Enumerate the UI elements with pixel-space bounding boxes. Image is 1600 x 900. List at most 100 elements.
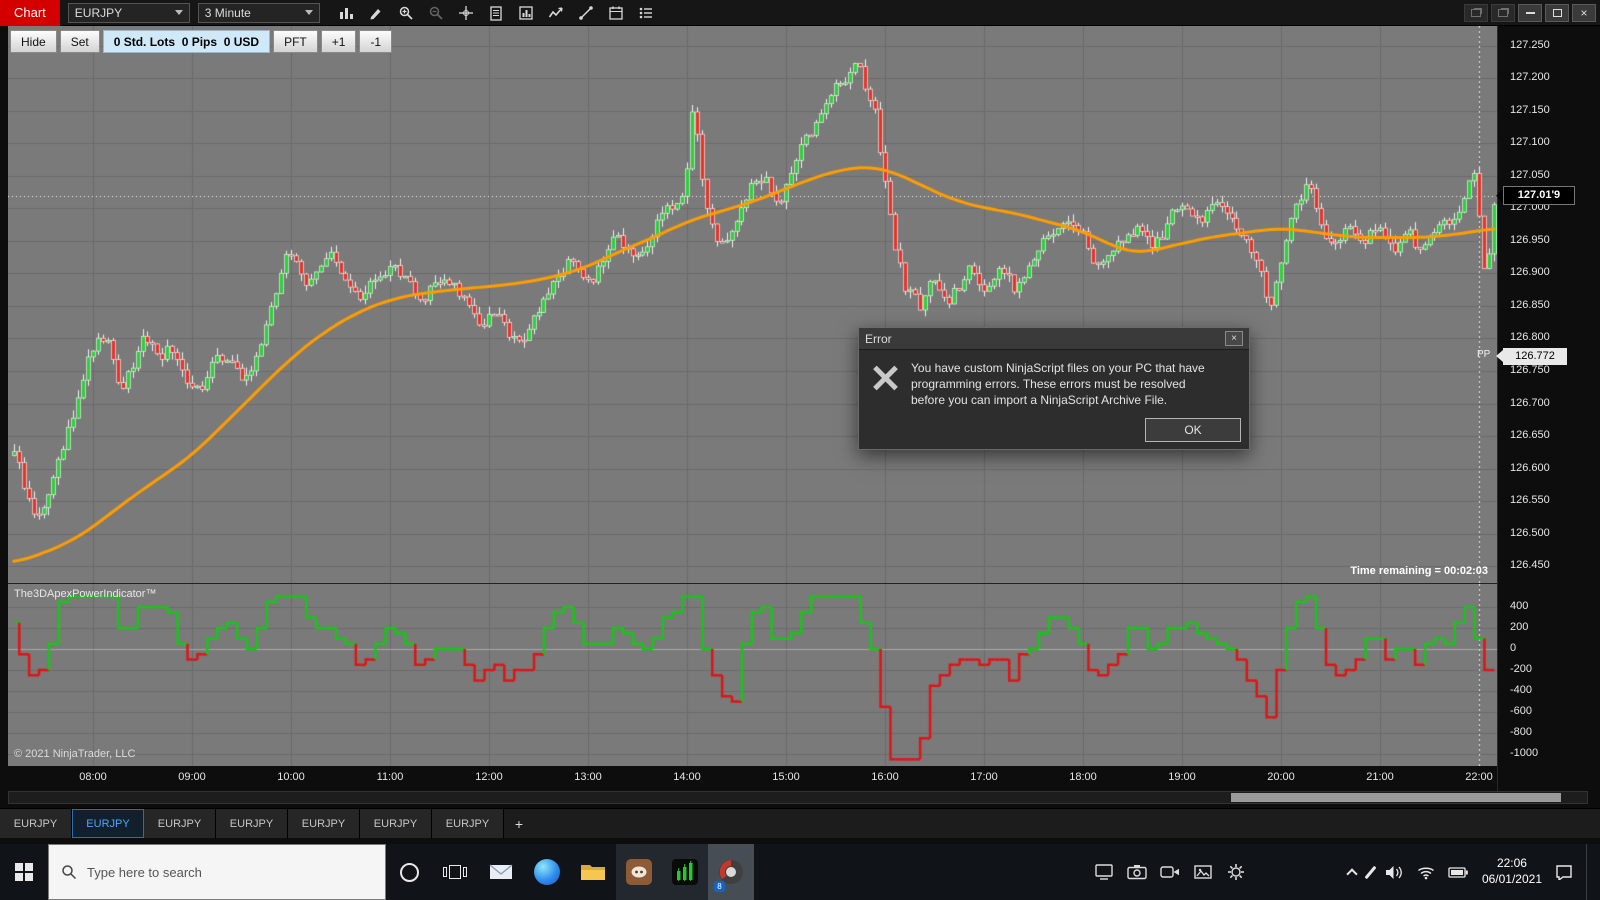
pft-button[interactable]: PFT — [273, 30, 318, 53]
window-controls: × — [1464, 3, 1600, 22]
indicator-chart-canvas[interactable] — [8, 584, 1497, 766]
time-axis-label: 18:00 — [1069, 771, 1097, 783]
line-tool-icon[interactable] — [574, 3, 599, 23]
pivot-price-tag: 126.772 — [1496, 347, 1567, 365]
pen-icon[interactable] — [1364, 865, 1377, 879]
cortana-button[interactable] — [386, 844, 432, 900]
price-axis-label: 127.150 — [1510, 103, 1550, 116]
taskbar-search[interactable]: Type here to search — [48, 844, 386, 900]
draw-tool-icon[interactable] — [364, 3, 389, 23]
window-titlebar[interactable]: Chart EURJPY 3 Minute × — [0, 0, 1600, 26]
price-axis-label: 126.850 — [1510, 298, 1550, 311]
chart-window-icon[interactable] — [514, 3, 539, 23]
period-selector[interactable]: 3 Minute — [197, 2, 320, 23]
chart-tab-6[interactable]: EURJPY — [432, 809, 504, 838]
screen-share-icon[interactable] — [1094, 863, 1114, 881]
set-button[interactable]: Set — [59, 30, 100, 53]
price-axis-label: 127.250 — [1510, 38, 1550, 51]
properties-icon[interactable] — [634, 3, 659, 23]
plus-one-button[interactable]: +1 — [320, 30, 357, 53]
instrument-selector[interactable]: EURJPY — [67, 2, 190, 23]
error-dialog-titlebar[interactable]: Error × — [859, 328, 1249, 350]
file-explorer-button[interactable] — [570, 844, 616, 900]
price-axis-label: 126.750 — [1510, 364, 1550, 377]
mail-button[interactable] — [478, 844, 524, 900]
hide-button[interactable]: Hide — [10, 30, 57, 53]
wifi-icon[interactable] — [1417, 865, 1435, 880]
discord-button[interactable] — [616, 844, 662, 900]
time-axis-label: 14:00 — [673, 771, 701, 783]
chart-trader-bar: Hide Set 0 Std. Lots 0 Pips 0 USD PFT +1… — [10, 30, 393, 53]
hidden-icons-chevron[interactable] — [1346, 867, 1358, 880]
chart-toolbar — [334, 3, 659, 23]
chart-app-button[interactable] — [662, 844, 708, 900]
battery-icon[interactable] — [1448, 864, 1469, 880]
taskbar-clock[interactable]: 22:06 06/01/2021 — [1482, 856, 1542, 887]
price-axis-label: 126.650 — [1510, 429, 1550, 442]
add-tab-button[interactable]: + — [504, 809, 534, 838]
indicator-axis-label: -1000 — [1510, 747, 1539, 760]
task-view-button[interactable] — [432, 844, 478, 900]
scrollbar-thumb[interactable] — [1231, 793, 1561, 802]
workspace-icon[interactable] — [1491, 3, 1515, 22]
price-chart-canvas[interactable] — [8, 26, 1497, 583]
chart-tab-5[interactable]: EURJPY — [360, 809, 432, 838]
chart-region: The3DApexPowerIndicator™ © 2021 NinjaTra… — [0, 26, 1600, 808]
error-message: You have custom NinjaScript files on you… — [911, 361, 1205, 408]
notification-icon[interactable] — [1555, 864, 1573, 880]
taskbar-tools — [1094, 844, 1246, 900]
time-axis-label: 09:00 — [178, 771, 206, 783]
edge-icon — [534, 859, 560, 885]
volume-icon[interactable] — [1385, 865, 1404, 880]
zoom-out-icon[interactable] — [424, 3, 449, 23]
time-axis-label: 17:00 — [970, 771, 998, 783]
ninjatrader-button[interactable]: 8 — [708, 844, 754, 900]
search-icon — [62, 865, 77, 880]
chart-tab-strip: EURJPY EURJPY EURJPY EURJPY EURJPY EURJPY EURJ… — [0, 808, 1600, 838]
window-title: Chart — [0, 0, 60, 26]
start-button[interactable] — [0, 844, 48, 900]
show-desktop-button[interactable] — [1586, 844, 1592, 900]
chart-style-icon[interactable] — [334, 3, 359, 23]
mail-icon — [489, 864, 513, 879]
task-view-icon — [443, 865, 467, 879]
indicator-axis-label: 200 — [1510, 621, 1529, 634]
indicator-axis-label: 0 — [1510, 642, 1517, 655]
report-icon[interactable] — [484, 3, 509, 23]
gear-icon[interactable] — [1226, 862, 1246, 882]
chart-tab-3[interactable]: EURJPY — [216, 809, 288, 838]
chart-tab-2[interactable]: EURJPY — [144, 809, 216, 838]
close-icon[interactable]: × — [1225, 331, 1243, 346]
workspace-icon[interactable] — [1464, 3, 1488, 22]
chart-tab-1[interactable]: EURJPY — [72, 809, 144, 838]
price-axis-label: 127.200 — [1510, 71, 1550, 84]
chart-tab-4[interactable]: EURJPY — [288, 809, 360, 838]
price-axis-label: 126.800 — [1510, 331, 1550, 344]
minimize-icon[interactable] — [1518, 3, 1542, 22]
video-camera-icon[interactable] — [1160, 864, 1180, 880]
error-dialog-title: Error — [865, 331, 892, 346]
price-axis-label: 127.050 — [1510, 168, 1550, 181]
chart-tab-0[interactable]: EURJPY — [0, 809, 72, 838]
maximize-icon[interactable] — [1545, 3, 1569, 22]
price-axis[interactable]: 127.01'9 126.772 127.250 127.200 127.150 12… — [1496, 26, 1600, 791]
photos-icon[interactable] — [1193, 864, 1213, 880]
clock-date: 06/01/2021 — [1481, 872, 1542, 886]
ninjatrader-chart-window: Chart EURJPY 3 Minute × Hide Set 0 Std. … — [0, 0, 1600, 900]
data-series-icon[interactable] — [604, 3, 629, 23]
price-axis-label: 126.450 — [1510, 559, 1550, 572]
time-axis[interactable]: 08:00 09:00 10:00 11:00 12:00 13:00 14:00 15:00… — [0, 767, 1497, 789]
zoom-in-icon[interactable] — [394, 3, 419, 23]
ok-button[interactable]: OK — [1145, 418, 1241, 442]
discord-icon — [626, 859, 652, 885]
crosshair-icon[interactable] — [454, 3, 479, 23]
indicators-icon[interactable] — [544, 3, 569, 23]
horizontal-scrollbar[interactable] — [8, 791, 1588, 804]
indicator-axis-label: -600 — [1510, 705, 1533, 718]
edge-button[interactable] — [524, 844, 570, 900]
indicator-axis-label: -400 — [1510, 684, 1533, 697]
time-axis-label: 08:00 — [79, 771, 107, 783]
camera-icon[interactable] — [1127, 864, 1147, 880]
minus-one-button[interactable]: -1 — [359, 30, 393, 53]
close-icon[interactable]: × — [1572, 3, 1596, 22]
